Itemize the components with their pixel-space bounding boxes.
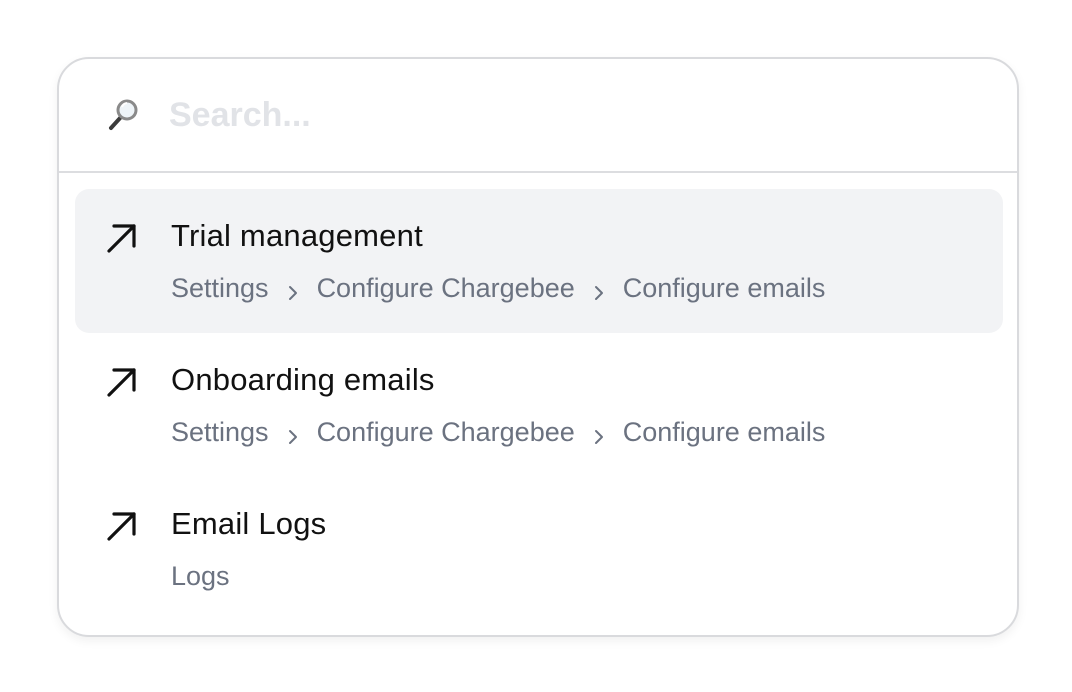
- breadcrumb-item: Configure emails: [622, 273, 826, 303]
- results-list: Trial management Settings Configure Charge…: [75, 189, 1003, 621]
- breadcrumb: Settings Configure Chargebee Configure ema…: [171, 417, 825, 448]
- breadcrumb: Settings Configure Chargebee Configure ema…: [171, 273, 825, 304]
- chevron-right-icon: [281, 279, 305, 300]
- breadcrumb-item: Configure Chargebee: [316, 417, 575, 447]
- result-item[interactable]: Email Logs Logs: [75, 477, 1003, 621]
- breadcrumb-item: Configure Chargebee: [316, 273, 575, 303]
- result-item[interactable]: Trial management Settings Configure Charge…: [75, 189, 1003, 333]
- magnifier-icon: [105, 97, 141, 133]
- breadcrumb-item: Settings: [171, 273, 269, 303]
- breadcrumb-item: Settings: [171, 417, 269, 447]
- chevron-right-icon: [587, 279, 611, 300]
- chevron-right-icon: [587, 423, 611, 444]
- search-bar: [59, 59, 1017, 173]
- result-item[interactable]: Onboarding emails Settings Configure Charg…: [75, 333, 1003, 477]
- chevron-right-icon: [281, 423, 305, 444]
- arrow-up-right-icon: [105, 221, 139, 255]
- result-title: Trial management: [171, 218, 423, 253]
- result-title: Email Logs: [171, 506, 327, 541]
- command-palette: Trial management Settings Configure Charge…: [57, 57, 1019, 637]
- arrow-up-right-icon: [105, 509, 139, 543]
- breadcrumb-item: Logs: [171, 561, 230, 591]
- arrow-up-right-icon: [105, 365, 139, 399]
- breadcrumb: Logs: [171, 561, 230, 592]
- search-input[interactable]: [169, 85, 969, 145]
- result-title: Onboarding emails: [171, 362, 435, 397]
- breadcrumb-item: Configure emails: [622, 417, 826, 447]
